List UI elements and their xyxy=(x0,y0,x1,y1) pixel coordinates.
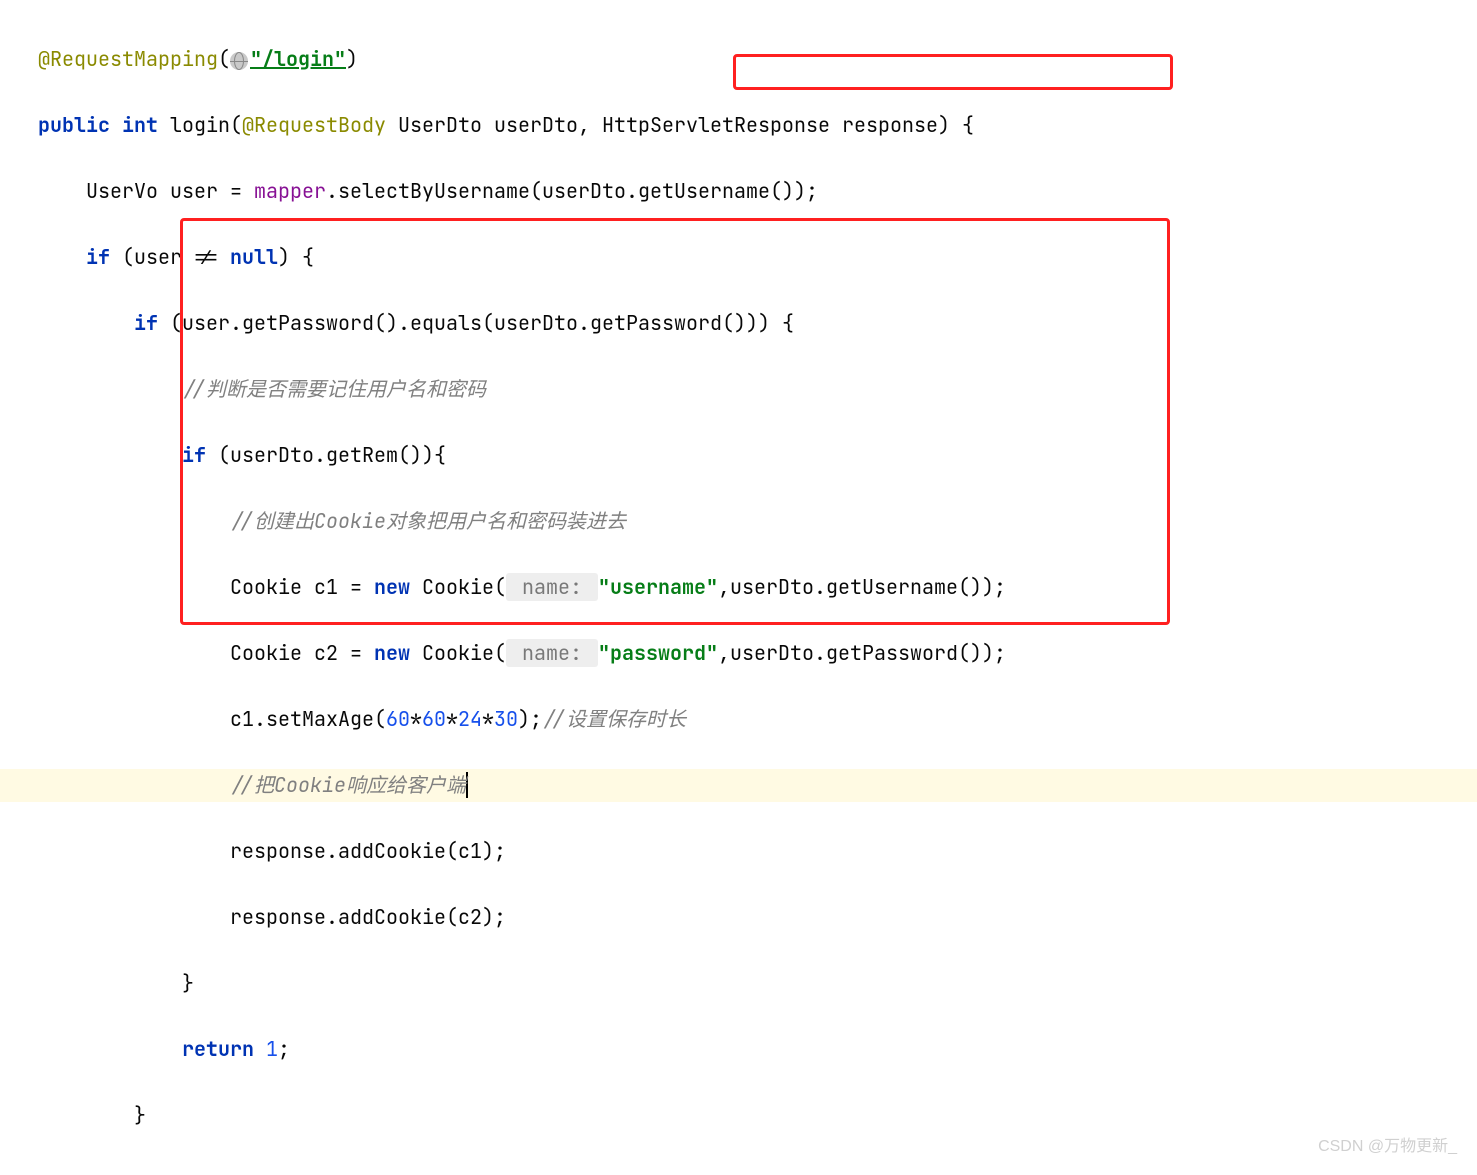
code-line: Cookie c1 = new Cookie( name: "username"… xyxy=(0,571,1477,604)
code-line: Cookie c2 = new Cookie( name: "password"… xyxy=(0,637,1477,670)
code-text: (user != xyxy=(110,244,230,270)
code-text: Cookie c1 = xyxy=(230,574,374,600)
code-text: c1.setMaxAge( xyxy=(230,706,386,732)
keyword: public xyxy=(38,112,110,138)
keyword: if xyxy=(182,442,206,468)
paren: ( xyxy=(218,46,230,72)
semicolon: ; xyxy=(278,1036,290,1062)
number: 24 xyxy=(458,706,482,732)
code-text: .selectByUsername(userDto.getUsername())… xyxy=(326,178,818,204)
code-line: response.addCookie(c2); xyxy=(0,901,1477,934)
code-text: UserVo user = xyxy=(86,178,254,204)
code-text: Cookie( xyxy=(410,640,506,666)
code-line: public int login(@RequestBody UserDto us… xyxy=(0,109,1477,142)
code-block: @RequestMapping( "/login") public int log… xyxy=(0,10,1477,1165)
globe-icon xyxy=(230,52,248,70)
code-text: (user.getPassword().equals(userDto.getPa… xyxy=(158,310,794,336)
paren: ) xyxy=(346,46,358,72)
comment: //判断是否需要记住用户名和密码 xyxy=(182,376,486,402)
brace: } xyxy=(182,970,194,996)
code-line: } xyxy=(0,967,1477,1000)
number: 1 xyxy=(266,1036,278,1062)
code-line: @RequestMapping( "/login") xyxy=(0,43,1477,76)
comment: //创建出Cookie对象把用户名和密码装进去 xyxy=(230,508,626,534)
code-text: (userDto.getRem()){ xyxy=(206,442,446,468)
string-literal: "/login" xyxy=(250,46,346,72)
code-line: c1.setMaxAge(60*60*24*30);//设置保存时长 xyxy=(0,703,1477,736)
code-text: response.addCookie(c2); xyxy=(230,904,506,930)
code-line: } xyxy=(0,1099,1477,1132)
code-line: if (user != null) { xyxy=(0,241,1477,274)
code-text: ) { xyxy=(278,244,314,270)
code-line: response.addCookie(c1); xyxy=(0,835,1477,868)
code-line: //判断是否需要记住用户名和密码 xyxy=(0,373,1477,406)
keyword: return xyxy=(182,1036,254,1062)
code-line: return 1; xyxy=(0,1033,1477,1066)
string-literal: "password" xyxy=(598,640,718,666)
code-text: ,userDto.getUsername()); xyxy=(718,574,1006,600)
params: UserDto userDto, HttpServletResponse res… xyxy=(386,112,974,138)
code-line-active: //把Cookie响应给客户端 xyxy=(0,769,1477,802)
brace: } xyxy=(134,1102,146,1128)
keyword: new xyxy=(374,574,410,600)
code-text: response.addCookie(c1); xyxy=(230,838,506,864)
code-text: ); xyxy=(518,706,542,732)
keyword: null xyxy=(230,244,278,270)
code-text: ,userDto.getPassword()); xyxy=(718,640,1006,666)
keyword: if xyxy=(134,310,158,336)
keyword: new xyxy=(374,640,410,666)
annotation: @RequestMapping xyxy=(38,46,218,72)
param-hint: name: xyxy=(506,573,598,601)
comment: //设置保存时长 xyxy=(542,706,686,732)
string-literal: "username" xyxy=(598,574,718,600)
keyword: int xyxy=(122,112,158,138)
annotation: @RequestBody xyxy=(242,112,386,138)
comment: //把Cookie响应给客户端 xyxy=(230,772,468,798)
method-name: login( xyxy=(158,112,242,138)
code-text: Cookie( xyxy=(410,574,506,600)
code-text: Cookie c2 = xyxy=(230,640,374,666)
code-line: if (user.getPassword().equals(userDto.ge… xyxy=(0,307,1477,340)
keyword: if xyxy=(86,244,110,270)
param-hint: name: xyxy=(506,639,598,667)
number: 60 xyxy=(386,706,410,732)
code-line: //创建出Cookie对象把用户名和密码装进去 xyxy=(0,505,1477,538)
number: 30 xyxy=(494,706,518,732)
code-line: UserVo user = mapper.selectByUsername(us… xyxy=(0,175,1477,208)
watermark: CSDN @万物更新_ xyxy=(1318,1134,1457,1160)
number: 60 xyxy=(422,706,446,732)
field-ref: mapper xyxy=(254,178,326,204)
code-line: if (userDto.getRem()){ xyxy=(0,439,1477,472)
